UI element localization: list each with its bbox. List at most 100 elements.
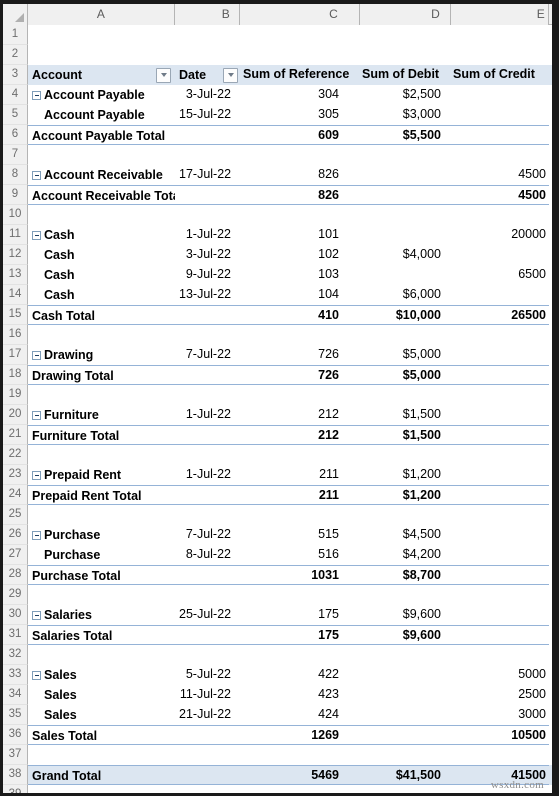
collapse-group-icon[interactable]	[32, 350, 41, 360]
reference-cell[interactable]: 826	[240, 185, 360, 205]
empty-cell[interactable]	[451, 145, 549, 165]
date-cell[interactable]: 21-Jul-22	[175, 705, 240, 725]
collapse-group-icon[interactable]	[32, 230, 41, 240]
date-cell[interactable]	[175, 725, 240, 745]
subtotal-label-cell[interactable]: Furniture Total	[28, 425, 175, 445]
pivot-field-account[interactable]: Account	[28, 65, 175, 85]
empty-cell[interactable]	[28, 745, 175, 765]
debit-cell[interactable]: $1,200	[360, 465, 451, 485]
reference-cell[interactable]: 212	[240, 425, 360, 445]
debit-cell[interactable]: $1,500	[360, 405, 451, 425]
subtotal-label-cell[interactable]: Purchase Total	[28, 565, 175, 585]
reference-cell[interactable]: 410	[240, 305, 360, 325]
reference-cell[interactable]: 211	[240, 485, 360, 505]
empty-cell[interactable]	[360, 745, 451, 765]
account-filter-button[interactable]	[156, 67, 171, 83]
empty-cell[interactable]	[28, 145, 175, 165]
row-header[interactable]: 7	[3, 145, 28, 165]
row-header[interactable]: 19	[3, 385, 28, 405]
empty-cell[interactable]	[175, 745, 240, 765]
empty-cell[interactable]	[451, 205, 549, 225]
credit-cell[interactable]: 26500	[451, 305, 549, 325]
debit-cell[interactable]	[360, 265, 451, 285]
empty-cell[interactable]	[451, 445, 549, 465]
reference-cell[interactable]: 211	[240, 465, 360, 485]
credit-cell[interactable]	[451, 485, 549, 505]
empty-cell[interactable]	[240, 25, 360, 45]
date-cell[interactable]: 1-Jul-22	[175, 465, 240, 485]
reference-cell[interactable]: 515	[240, 525, 360, 545]
credit-cell[interactable]	[451, 85, 549, 105]
row-header[interactable]: 37	[3, 745, 28, 765]
debit-cell[interactable]: $1,200	[360, 485, 451, 505]
reference-cell[interactable]: 826	[240, 165, 360, 185]
date-cell[interactable]: 1-Jul-22	[175, 405, 240, 425]
column-header-e[interactable]: E	[451, 4, 549, 25]
row-header[interactable]: 30	[3, 605, 28, 625]
column-header-c[interactable]: C	[240, 4, 360, 25]
subtotal-label-cell[interactable]: Cash Total	[28, 305, 175, 325]
empty-cell[interactable]	[451, 745, 549, 765]
pivot-field-sum-of-reference[interactable]: Sum of Reference	[240, 65, 360, 85]
credit-cell[interactable]	[451, 365, 549, 385]
collapse-group-icon[interactable]	[32, 170, 41, 180]
date-cell[interactable]: 13-Jul-22	[175, 285, 240, 305]
debit-cell[interactable]	[360, 165, 451, 185]
debit-cell[interactable]: $2,500	[360, 85, 451, 105]
reference-cell[interactable]: 422	[240, 665, 360, 685]
row-header[interactable]: 27	[3, 545, 28, 565]
reference-cell[interactable]: 424	[240, 705, 360, 725]
empty-cell[interactable]	[175, 445, 240, 465]
credit-cell[interactable]	[451, 565, 549, 585]
row-header[interactable]: 1	[3, 25, 28, 45]
empty-cell[interactable]	[28, 385, 175, 405]
row-header[interactable]: 15	[3, 305, 28, 325]
column-header-b[interactable]: B	[175, 4, 240, 25]
row-header[interactable]: 16	[3, 325, 28, 345]
row-header[interactable]: 35	[3, 705, 28, 725]
credit-cell[interactable]: 4500	[451, 185, 549, 205]
date-cell[interactable]: 11-Jul-22	[175, 685, 240, 705]
reference-cell[interactable]: 1031	[240, 565, 360, 585]
row-header[interactable]: 14	[3, 285, 28, 305]
empty-cell[interactable]	[451, 45, 549, 65]
row-header[interactable]: 25	[3, 505, 28, 525]
pivot-field-date[interactable]: Date	[175, 65, 240, 85]
account-cell[interactable]: Cash	[28, 285, 175, 305]
empty-cell[interactable]	[28, 445, 175, 465]
debit-cell[interactable]	[360, 185, 451, 205]
debit-cell[interactable]: $4,000	[360, 245, 451, 265]
reference-cell[interactable]: 726	[240, 345, 360, 365]
date-cell[interactable]: 17-Jul-22	[175, 165, 240, 185]
account-cell[interactable]: Furniture	[28, 405, 175, 425]
reference-cell[interactable]: 305	[240, 105, 360, 125]
empty-cell[interactable]	[175, 45, 240, 65]
credit-cell[interactable]	[451, 245, 549, 265]
date-cell[interactable]: 1-Jul-22	[175, 225, 240, 245]
empty-cell[interactable]	[451, 25, 549, 45]
row-header[interactable]: 8	[3, 165, 28, 185]
debit-cell[interactable]: $41,500	[360, 765, 451, 785]
debit-cell[interactable]: $8,700	[360, 565, 451, 585]
account-cell[interactable]: Purchase	[28, 525, 175, 545]
account-cell[interactable]: Account Payable	[28, 85, 175, 105]
empty-cell[interactable]	[28, 25, 175, 45]
credit-cell[interactable]	[451, 125, 549, 145]
empty-cell[interactable]	[451, 645, 549, 665]
empty-cell[interactable]	[240, 145, 360, 165]
empty-cell[interactable]	[175, 145, 240, 165]
date-cell[interactable]: 8-Jul-22	[175, 545, 240, 565]
empty-cell[interactable]	[360, 585, 451, 605]
debit-cell[interactable]	[360, 685, 451, 705]
empty-cell[interactable]	[451, 585, 549, 605]
credit-cell[interactable]	[451, 345, 549, 365]
account-cell[interactable]: Sales	[28, 685, 175, 705]
row-header[interactable]: 36	[3, 725, 28, 745]
account-cell[interactable]: Drawing	[28, 345, 175, 365]
date-cell[interactable]	[175, 485, 240, 505]
empty-cell[interactable]	[360, 145, 451, 165]
date-cell[interactable]: 25-Jul-22	[175, 605, 240, 625]
date-filter-button[interactable]	[223, 67, 238, 83]
pivot-field-sum-of-credit[interactable]: Sum of Credit	[451, 65, 549, 85]
debit-cell[interactable]: $1,500	[360, 425, 451, 445]
